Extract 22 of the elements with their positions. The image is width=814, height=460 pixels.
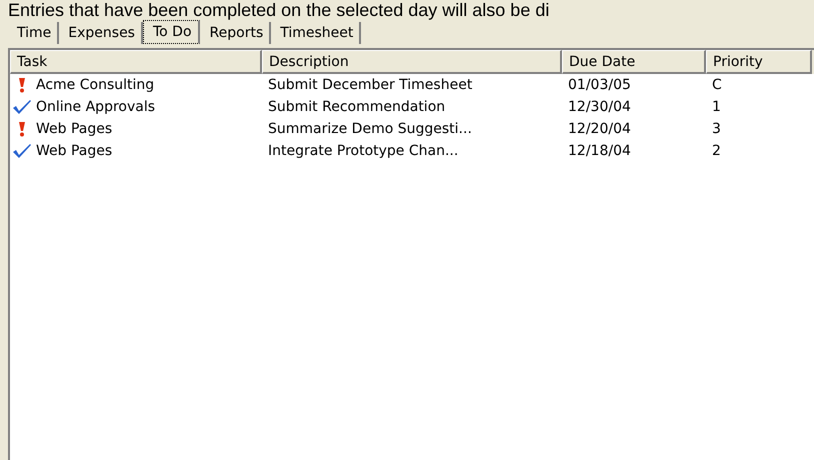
table-cell: 12/18/04 [568,142,631,158]
intro-text: Entries that have been completed on the selected day will also be di [7,0,550,20]
table-cell-text: Online Approvals [36,98,156,116]
column-header[interactable]: Description [262,50,562,74]
table-cell-text: Web Pages [36,142,112,160]
table-cell-text: Acme Consulting [36,76,154,94]
table-cell: Summarize Demo Suggesti... [268,120,472,136]
table-cell: 3 [712,120,721,136]
tab[interactable]: To Do [142,20,200,44]
table-cell: 12/20/04 [568,120,631,136]
column-header[interactable]: Due Date [562,50,706,74]
column-header[interactable]: Priority [706,50,812,74]
table-cell: Submit December Timesheet [268,76,472,92]
table-cell: 12/30/04 [568,98,631,114]
column-header[interactable]: Task [10,50,262,74]
table-cell: Integrate Prototype Chan... [268,142,458,158]
table-cell: Submit Recommendation [268,98,446,114]
table-cell: C [712,76,722,92]
table-cell: 2 [712,142,721,158]
table-cell: 01/03/05 [568,76,631,92]
table-cell-text: Web Pages [36,120,112,138]
table-cell: 1 [712,98,721,114]
